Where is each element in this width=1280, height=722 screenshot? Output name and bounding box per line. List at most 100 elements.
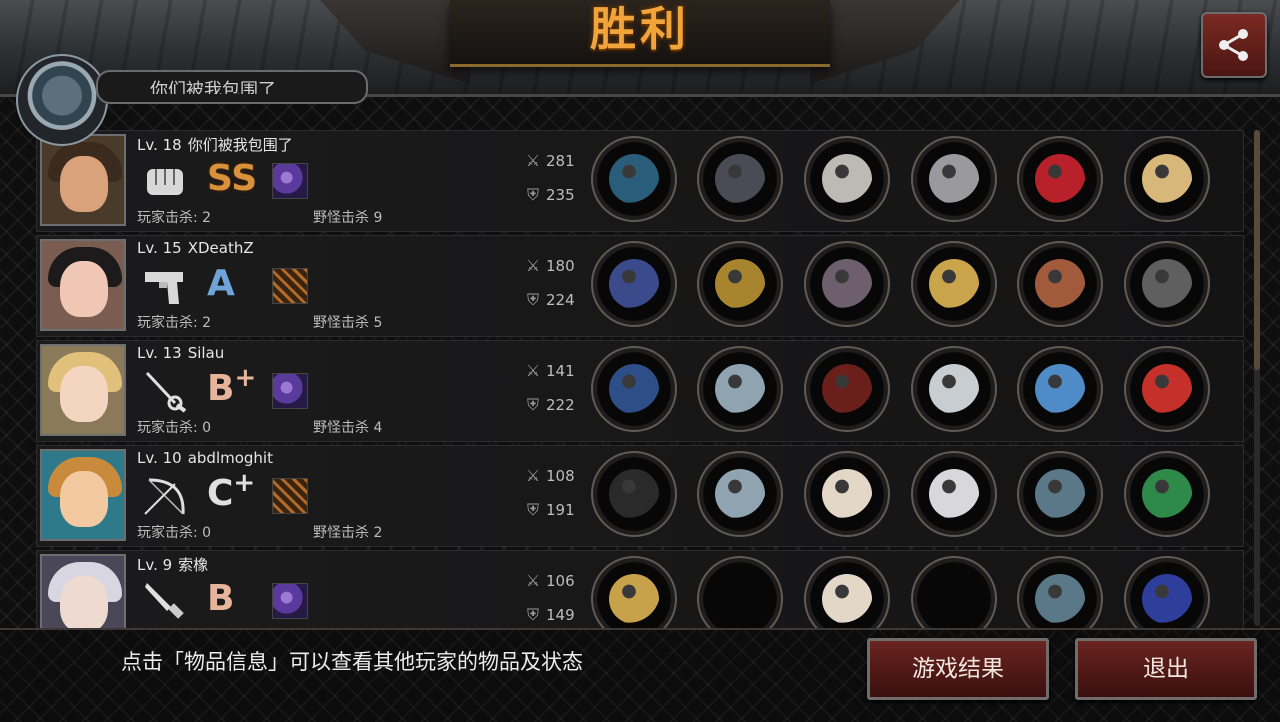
equipment-item-icon	[715, 469, 765, 519]
equipment-item-icon	[929, 469, 979, 519]
game-results-button[interactable]: 游戏结果	[867, 638, 1049, 700]
portrait-face	[60, 471, 108, 527]
equipment-slot[interactable]	[697, 346, 783, 432]
player-kills: 玩家击杀: 2	[137, 315, 212, 331]
equipment-slot[interactable]	[1124, 346, 1210, 432]
player-portrait[interactable]	[40, 449, 126, 541]
equipment-item-icon	[822, 574, 872, 624]
equipment-item-icon	[1142, 154, 1192, 204]
fist-icon	[141, 159, 189, 203]
equipment-slot[interactable]	[1017, 556, 1103, 629]
title-banner: 胜利	[450, 0, 830, 67]
equipment-slot[interactable]	[591, 346, 677, 432]
dagger-icon	[141, 579, 189, 623]
skill-icon[interactable]	[272, 478, 308, 514]
equipment-slot[interactable]	[1124, 136, 1210, 222]
equipment-slot[interactable]	[591, 451, 677, 537]
equipment-slot[interactable]	[697, 556, 783, 629]
shield-icon: ⛨	[526, 500, 539, 519]
equipment-slot[interactable]	[697, 451, 783, 537]
skill-icon[interactable]	[272, 163, 308, 199]
equipment-item-icon	[822, 154, 872, 204]
swords-icon: ⚔	[525, 466, 541, 485]
equipment-item-icon	[822, 469, 872, 519]
equipment-slot[interactable]	[1124, 451, 1210, 537]
attack-value: 108	[546, 467, 575, 485]
equipment-slot[interactable]	[804, 241, 890, 327]
attack-value: 281	[546, 152, 575, 170]
attack-value: 106	[546, 572, 575, 590]
skill-icon[interactable]	[272, 583, 308, 619]
attack-value: 180	[546, 257, 575, 275]
player-portrait[interactable]	[40, 134, 126, 226]
equipment-slot[interactable]	[1017, 136, 1103, 222]
defense-value: 149	[546, 606, 575, 624]
player-grade: C+	[207, 470, 255, 518]
equipment-item-icon	[1142, 259, 1192, 309]
equipment-item-icon	[822, 364, 872, 414]
equipment-item-icon	[609, 574, 659, 624]
equipment-slot[interactable]	[804, 556, 890, 629]
equipment-item-icon	[1142, 364, 1192, 414]
equipment-item-icon	[1035, 154, 1085, 204]
player-name: XDeathZ	[187, 239, 254, 257]
equipment-slot[interactable]	[1124, 241, 1210, 327]
equipment-slot[interactable]	[804, 136, 890, 222]
equipment-slot[interactable]	[804, 346, 890, 432]
player-level: Lv. 13	[137, 344, 182, 362]
top-avatar	[16, 54, 108, 146]
exit-button[interactable]: 退出	[1075, 638, 1257, 700]
monster-kills: 野怪击杀 4	[313, 420, 383, 436]
grade-letter: SS	[207, 158, 258, 199]
equipment-item-icon	[609, 259, 659, 309]
equipment-slot[interactable]	[591, 136, 677, 222]
player-portrait[interactable]	[40, 344, 126, 436]
equipment-slot[interactable]	[1017, 241, 1103, 327]
share-button[interactable]	[1201, 12, 1267, 78]
shield-icon: ⛨	[526, 605, 539, 624]
portrait-face	[60, 366, 108, 422]
player-level: Lv. 15	[137, 239, 182, 257]
player-row[interactable]: Lv. 15 XDeathZ A 玩家击杀: 2 野怪击杀 5 ⚔ 180 ⛨ 224	[36, 235, 1244, 337]
portrait-face	[60, 261, 108, 317]
equipment-slot[interactable]	[911, 556, 997, 629]
attack-stat: ⚔ 180	[523, 256, 575, 275]
skill-icon[interactable]	[272, 268, 308, 304]
scrollbar-thumb[interactable]	[1254, 130, 1260, 370]
player-row[interactable]: Lv. 9 索橡 B ⚔ 106 ⛨ 149	[36, 550, 1244, 630]
player-level-name: Lv. 10 abdlmoghit	[137, 449, 273, 467]
equipment-slot[interactable]	[804, 451, 890, 537]
player-row[interactable]: Lv. 18 你们被我包围了 SS 玩家击杀: 2 野怪击杀 9 ⚔ 281 ⛨ 235	[36, 130, 1244, 232]
player-kills: 玩家击杀: 0	[137, 525, 212, 541]
equipment-slot[interactable]	[911, 451, 997, 537]
equipment-slot[interactable]	[911, 346, 997, 432]
equipment-slot[interactable]	[1124, 556, 1210, 629]
shield-icon: ⛨	[526, 290, 539, 309]
player-grade: B+	[207, 365, 256, 413]
equipment-item-icon	[822, 259, 872, 309]
equipment-slot[interactable]	[911, 241, 997, 327]
swords-icon: ⚔	[525, 256, 541, 275]
skill-icon[interactable]	[272, 373, 308, 409]
defense-stat: ⛨ 222	[523, 395, 575, 415]
equipment-slot[interactable]	[697, 241, 783, 327]
player-level-name: Lv. 15 XDeathZ	[137, 239, 254, 257]
scrollbar[interactable]	[1254, 130, 1260, 626]
equipment-item-icon	[609, 154, 659, 204]
defense-value: 235	[546, 186, 575, 204]
equipment-slot[interactable]	[1017, 346, 1103, 432]
equipment-slot[interactable]	[697, 136, 783, 222]
equipment-item-icon	[1035, 259, 1085, 309]
equipment-slot[interactable]	[1017, 451, 1103, 537]
player-row[interactable]: Lv. 10 abdlmoghit C+ 玩家击杀: 0 野怪击杀 2 ⚔ 108 ⛨ 191	[36, 445, 1244, 547]
equipment-slot[interactable]	[591, 241, 677, 327]
equipment-slot[interactable]	[591, 556, 677, 629]
attack-stat: ⚔ 281	[523, 151, 575, 170]
equipment-slot[interactable]	[911, 136, 997, 222]
player-portrait[interactable]	[40, 554, 126, 629]
player-portrait[interactable]	[40, 239, 126, 331]
player-name: 索橡	[178, 556, 209, 574]
defense-value: 191	[546, 501, 575, 519]
share-icon	[1219, 29, 1248, 61]
player-row[interactable]: Lv. 13 Silau B+ 玩家击杀: 0 野怪击杀 4 ⚔ 141 ⛨ 222	[36, 340, 1244, 442]
